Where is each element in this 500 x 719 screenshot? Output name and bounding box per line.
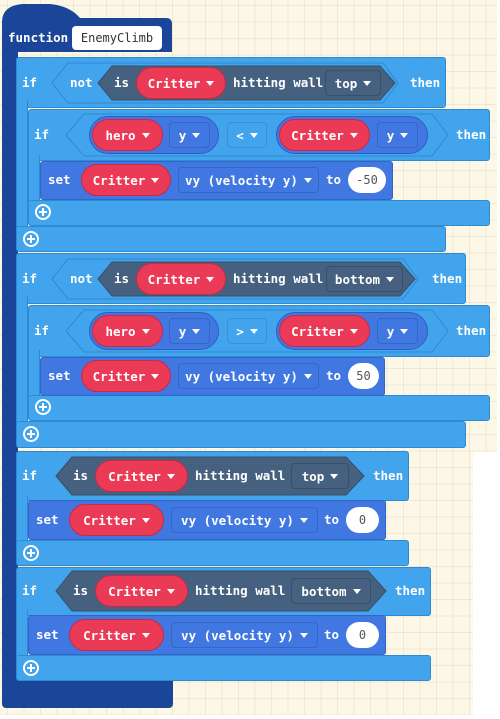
- wall-label: bottom: [301, 583, 347, 599]
- set-sprite-label: Critter: [83, 627, 136, 643]
- workspace-edge-bottom: [0, 715, 500, 719]
- set-property-dropdown[interactable]: vy (velocity y): [171, 622, 318, 648]
- set-sprite-dropdown[interactable]: Critter: [69, 619, 164, 651]
- to-keyword: to: [324, 627, 340, 642]
- caret-down-icon: [166, 588, 175, 594]
- caret-down-icon: [141, 632, 150, 638]
- sprite-label: Critter: [108, 583, 161, 599]
- caret-down-icon: [352, 588, 361, 594]
- function-footer: [2, 680, 173, 708]
- set-property-label: vy (velocity y): [181, 627, 294, 643]
- add-statement-icon[interactable]: [23, 660, 39, 676]
- hitting-wall-label: hitting wall: [195, 583, 286, 598]
- value-input[interactable]: 0: [346, 622, 379, 648]
- condition-shape: [55, 570, 387, 612]
- sprite-dropdown[interactable]: Critter: [95, 575, 188, 607]
- then-keyword: then: [395, 583, 426, 598]
- is-keyword: is: [73, 583, 89, 598]
- set-keyword: set: [36, 627, 59, 642]
- if-footer: [16, 655, 431, 681]
- caret-down-icon: [299, 632, 308, 638]
- wall-dropdown[interactable]: bottom: [291, 578, 371, 604]
